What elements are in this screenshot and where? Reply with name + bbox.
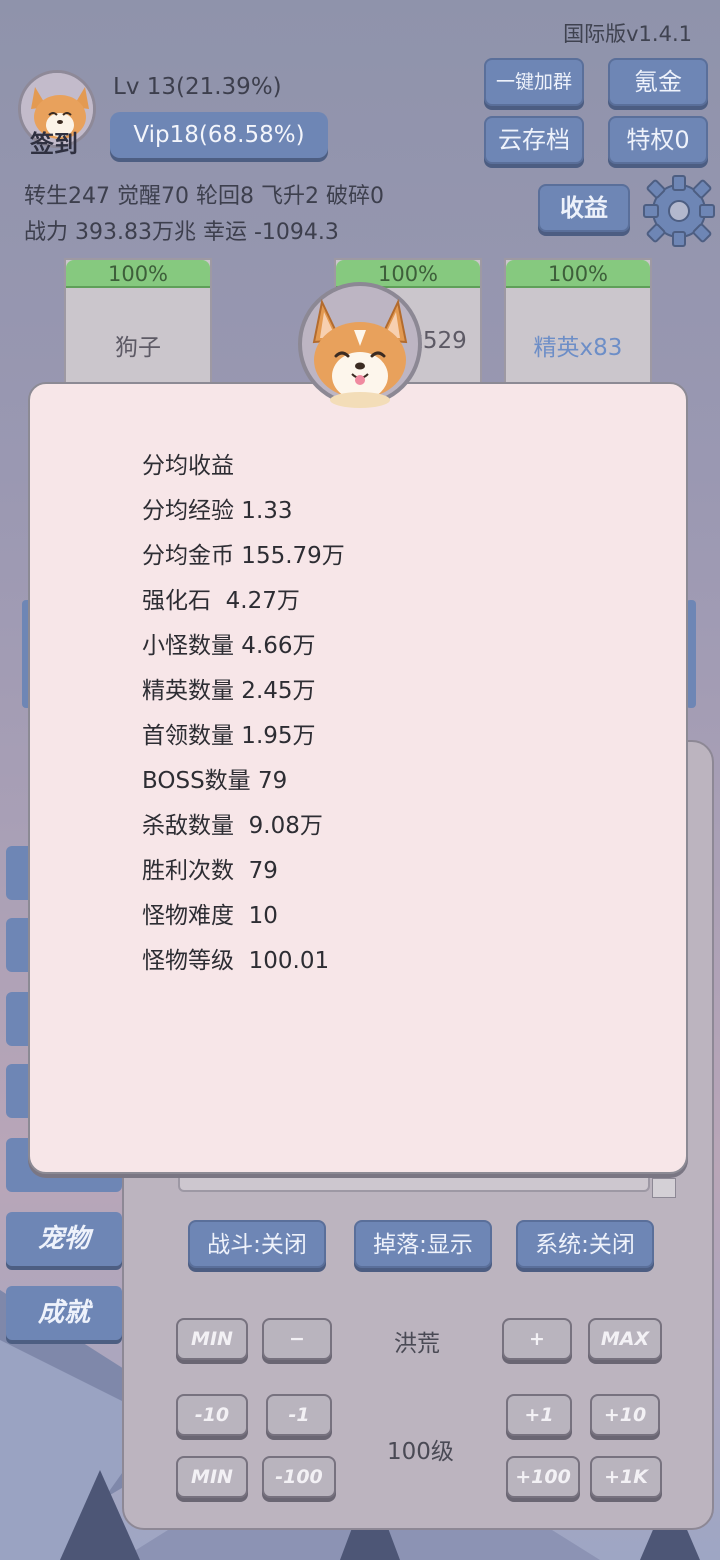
- difficulty-label: 洪荒: [394, 1331, 440, 1357]
- stat-monster-difficulty: 怪物难度 10: [142, 903, 278, 929]
- income-button[interactable]: 收益: [538, 184, 630, 232]
- version-label: 国际版v1.4.1: [563, 22, 692, 46]
- stat-monster-level: 怪物等级 100.01: [142, 948, 330, 974]
- corgi-badge-icon: [296, 280, 424, 408]
- cloud-save-button[interactable]: 云存档: [484, 116, 584, 164]
- stat-kill-count: 杀敌数量 9.08万: [142, 813, 323, 839]
- card-label: 精英x83: [533, 335, 623, 361]
- krypton-button[interactable]: 氪金: [608, 58, 708, 106]
- income-stats-modal: 分均收益 分均经验 1.33 分均金币 155.79万 强化石 4.27万 小怪…: [28, 382, 688, 1174]
- side-tab-achievement[interactable]: 成就: [6, 1286, 122, 1340]
- stats-line-2: 战力 393.83万兆 幸运 -1094.3: [24, 220, 339, 245]
- level-minus10-button[interactable]: -10: [176, 1394, 248, 1436]
- stat-leader-count: 首领数量 1.95万: [142, 723, 316, 749]
- stat-elite-count: 精英数量 2.45万: [142, 678, 316, 704]
- difficulty-minus-button[interactable]: −: [262, 1318, 332, 1360]
- gear-icon[interactable]: [640, 172, 718, 250]
- modal-title: 分均收益: [142, 453, 234, 479]
- privilege-button[interactable]: 特权0: [608, 116, 708, 164]
- level-label: 100级: [387, 1439, 454, 1465]
- vip-button[interactable]: Vip18(68.58%): [110, 112, 328, 158]
- system-toggle[interactable]: 系统:关闭: [516, 1220, 654, 1268]
- level-minus1-button[interactable]: -1: [266, 1394, 332, 1436]
- stats-line-1: 转生247 觉醒70 轮回8 飞升2 破碎0: [24, 184, 384, 209]
- income-stats-list: 分均收益 分均经验 1.33 分均金币 155.79万 强化石 4.27万 小怪…: [142, 450, 345, 990]
- monster-card-elite[interactable]: 100% 精英x83: [504, 258, 652, 388]
- stat-win-count: 胜利次数 79: [142, 858, 278, 884]
- stat-gold-per-min: 分均金币 155.79万: [142, 543, 345, 569]
- difficulty-plus-button[interactable]: +: [502, 1318, 572, 1360]
- level-plus100-button[interactable]: +100: [506, 1456, 580, 1498]
- scroll-handle[interactable]: [652, 1178, 676, 1198]
- level-min-button[interactable]: MIN: [176, 1456, 248, 1498]
- sign-in-label[interactable]: 签到: [30, 124, 78, 159]
- card-progress-bar: 100%: [506, 260, 650, 288]
- difficulty-min-button[interactable]: MIN: [176, 1318, 248, 1360]
- battle-toggle[interactable]: 战斗:关闭: [188, 1220, 326, 1268]
- stat-exp-per-min: 分均经验 1.33: [142, 498, 293, 524]
- stat-enhance-stone: 强化石 4.27万: [142, 588, 300, 614]
- card-label: 狗子: [115, 335, 161, 361]
- stat-boss-count: BOSS数量 79: [142, 768, 288, 794]
- join-group-button[interactable]: 一键加群: [484, 58, 584, 106]
- level-plus10-button[interactable]: +10: [590, 1394, 660, 1436]
- stat-minion-count: 小怪数量 4.66万: [142, 633, 316, 659]
- side-tab-pet[interactable]: 宠物: [6, 1212, 122, 1266]
- difficulty-max-button[interactable]: MAX: [588, 1318, 662, 1360]
- monster-card-dog[interactable]: 100% 狗子: [64, 258, 212, 388]
- level-plus1k-button[interactable]: +1K: [590, 1456, 662, 1498]
- drop-toggle[interactable]: 掉落:显示: [354, 1220, 492, 1268]
- level-text: Lv 13(21.39%): [113, 74, 282, 100]
- card-progress-bar: 100%: [66, 260, 210, 288]
- level-minus100-button[interactable]: -100: [262, 1456, 336, 1498]
- level-plus1-button[interactable]: +1: [506, 1394, 572, 1436]
